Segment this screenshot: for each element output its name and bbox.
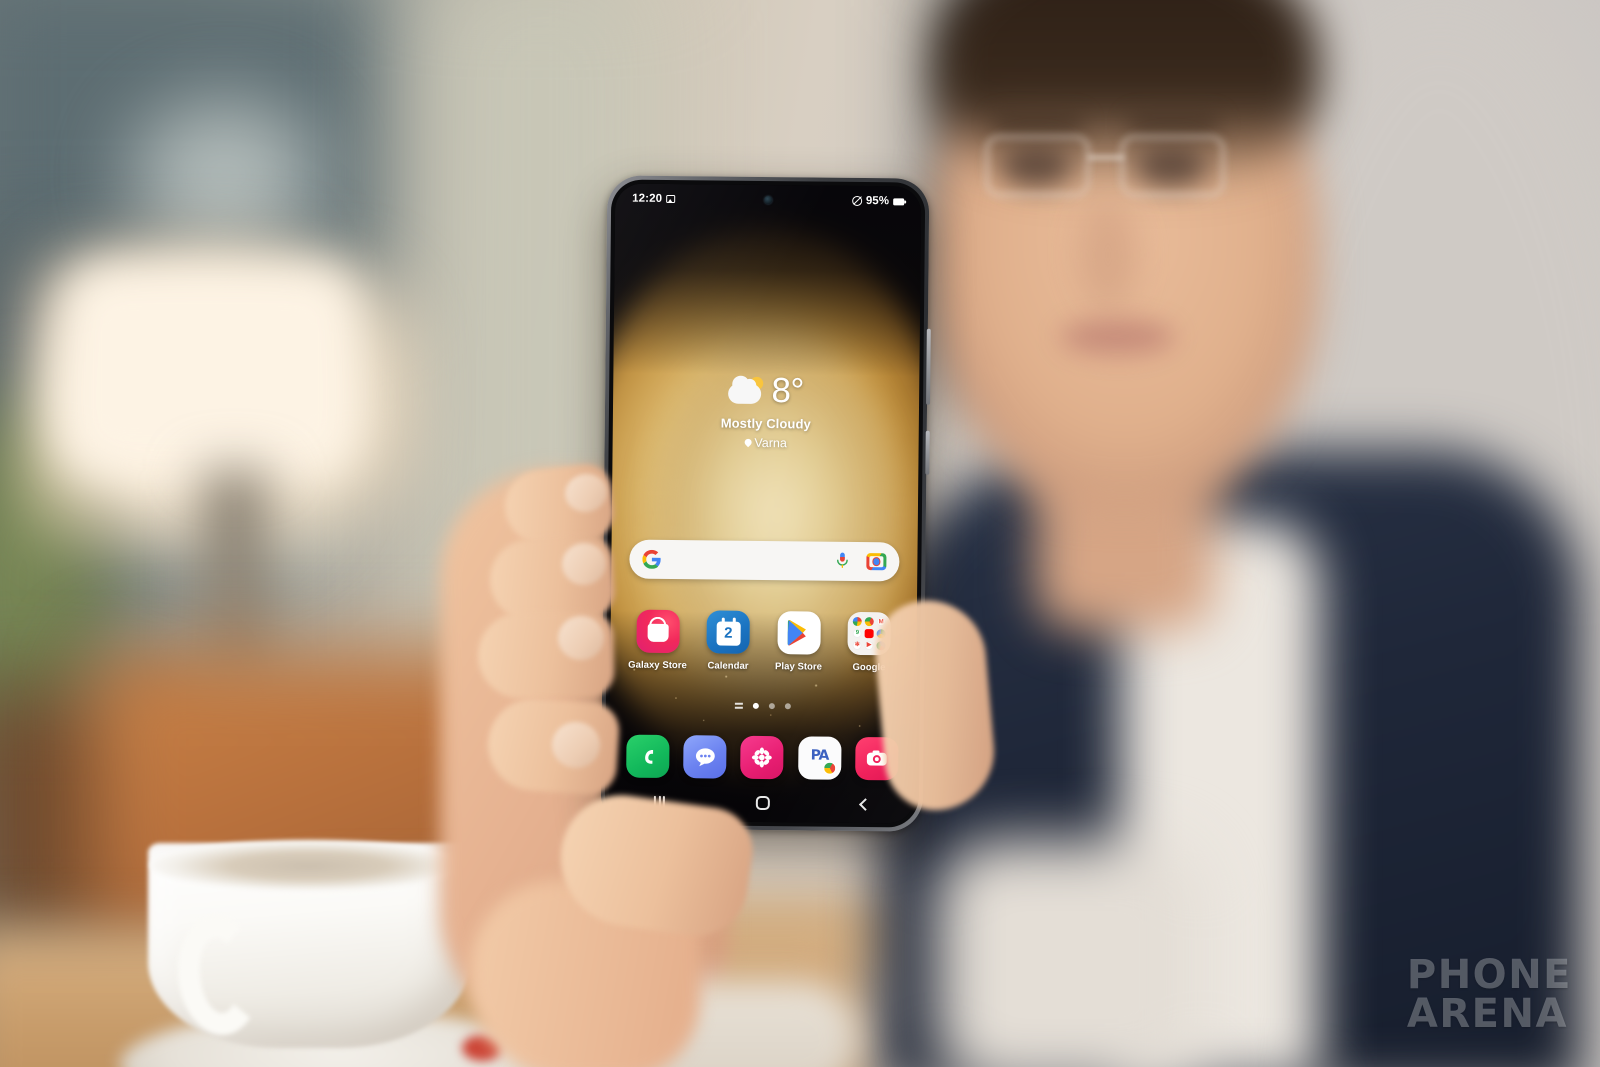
weather-main-row: 8° <box>613 371 919 411</box>
eyeglasses-lens-left <box>985 135 1090 197</box>
back-icon[interactable] <box>858 797 872 811</box>
calendar-date-label: 2 <box>716 620 741 646</box>
chrome-badge-icon <box>822 761 836 775</box>
watermark-line-1: PHONE <box>1406 952 1572 999</box>
home-page-marker-icon[interactable] <box>734 702 743 709</box>
phone-icon[interactable] <box>626 734 670 779</box>
phonearena-chrome-shortcut-icon[interactable]: PA <box>797 736 842 780</box>
google-g-icon <box>642 549 661 569</box>
phonearena-logo-text: PA <box>810 746 829 764</box>
page-dot[interactable] <box>768 703 775 710</box>
folder-app-youtube-icon <box>864 629 874 639</box>
phonearena-watermark: PHONE ARENA <box>1406 952 1572 1037</box>
app-label: Calendar <box>707 660 749 672</box>
page-dot[interactable] <box>784 703 791 710</box>
folder-app-google-icon <box>852 617 863 627</box>
status-bar-right: 95% <box>851 195 905 208</box>
play-store-icon[interactable] <box>777 611 821 655</box>
location-pin-icon <box>742 436 753 447</box>
app-play-store[interactable]: Play Store <box>767 611 830 673</box>
photo-scene: 12:20 95% 8° Mostly Cloudy Varna Galaxy … <box>0 0 1600 1067</box>
watermark-line-2: ARENA <box>1406 990 1568 1037</box>
folder-app-chrome-icon <box>864 617 874 627</box>
status-bar-left: 12:20 <box>632 192 676 205</box>
person-sleeve <box>935 840 1205 1067</box>
messages-icon[interactable] <box>683 735 727 779</box>
battery-percent-label: 95% <box>865 195 890 208</box>
calendar-icon[interactable]: 2 <box>706 610 751 654</box>
weather-temperature: 8° <box>771 371 805 411</box>
google-lens-icon[interactable] <box>866 553 887 571</box>
status-clock: 12:20 <box>632 192 663 205</box>
image-icon <box>666 194 676 204</box>
page-dot[interactable] <box>752 702 759 709</box>
home-app-grid: Galaxy Store 2 Calendar Play Store M 9 ✻… <box>622 609 905 674</box>
power-button[interactable] <box>925 430 930 475</box>
person-mouth <box>1060 320 1175 354</box>
eyeglasses-bridge <box>1088 155 1124 160</box>
weather-widget[interactable]: 8° Mostly Cloudy Varna <box>613 371 920 451</box>
folder-app-photos-icon: ✻ <box>852 640 862 650</box>
home-icon[interactable] <box>755 795 770 811</box>
microphone-icon[interactable] <box>834 552 850 571</box>
partly-cloudy-icon <box>728 375 766 405</box>
person-nose <box>1078 200 1138 310</box>
phone-screen[interactable]: 12:20 95% 8° Mostly Cloudy Varna Galaxy … <box>608 183 922 824</box>
galaxy-store-icon[interactable] <box>636 609 680 654</box>
folder-app-maps-icon: 9 <box>852 628 862 639</box>
app-calendar[interactable]: 2 Calendar <box>697 610 760 672</box>
person-eyebrow-right <box>1128 115 1220 131</box>
folder-app-play-movies-icon: ▶ <box>864 640 874 650</box>
background-lamp-stem <box>200 470 270 680</box>
search-bar-actions <box>834 552 887 572</box>
app-label: Play Store <box>775 661 823 673</box>
front-camera-icon <box>764 195 773 205</box>
background-glassware-a <box>130 100 320 250</box>
shopping-bag-icon <box>647 623 669 642</box>
person-eyebrow-left <box>992 115 1084 131</box>
app-galaxy-store[interactable]: Galaxy Store <box>626 609 689 672</box>
app-dock: PA <box>619 734 905 781</box>
coffee-cup-rim <box>150 840 468 890</box>
wallpaper <box>608 183 922 824</box>
smartphone-device: 12:20 95% 8° Mostly Cloudy Varna Galaxy … <box>600 175 931 832</box>
background-lamp <box>60 262 360 477</box>
app-label: Galaxy Store <box>628 659 687 672</box>
weather-condition: Mostly Cloudy <box>720 415 811 432</box>
cloud-icon <box>728 383 762 404</box>
weather-location: Varna <box>754 435 787 451</box>
gallery-icon[interactable] <box>740 735 785 780</box>
battery-icon <box>893 197 905 205</box>
do-not-disturb-icon <box>851 195 862 206</box>
eyeglasses-lens-right <box>1120 135 1225 197</box>
google-search-bar[interactable] <box>629 539 900 582</box>
volume-rocker[interactable] <box>926 328 931 405</box>
